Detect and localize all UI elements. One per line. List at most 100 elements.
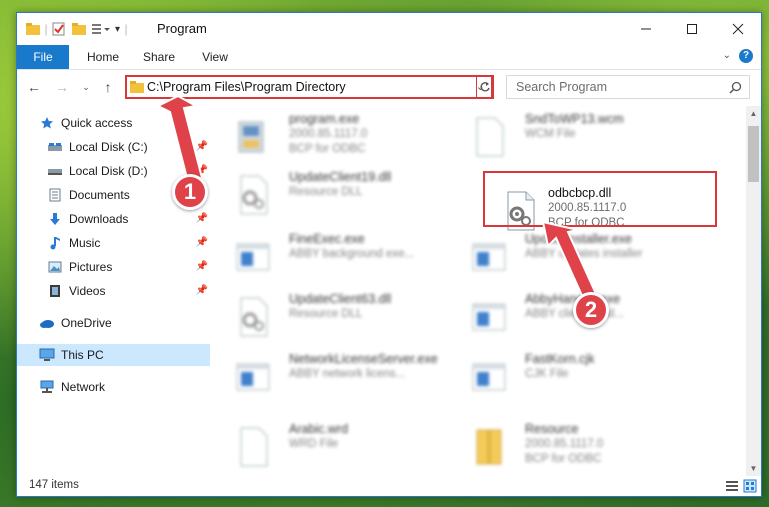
maximize-button[interactable]	[669, 13, 715, 45]
file-item[interactable]: FastKorn.cjk CJK File	[449, 350, 679, 404]
ribbon-tabs: File Home Share View ⌄ ?	[17, 45, 761, 70]
file-item[interactable]: program.exe 2000.85.1117.0 BCP for ODBC	[213, 110, 443, 164]
search-input[interactable]: Search Program	[506, 75, 750, 99]
details-view-icon[interactable]	[725, 480, 739, 492]
file-type: WRD File	[289, 438, 339, 450]
help-icon[interactable]: ?	[739, 49, 753, 63]
file-item[interactable]: SndToWP13.wcm WCM File	[449, 110, 679, 164]
file-item[interactable]: Resource 2000.85.1117.0 BCP for ODBC	[449, 420, 679, 474]
vertical-scrollbar[interactable]: ▲ ▼	[746, 106, 761, 476]
scroll-up-icon[interactable]: ▲	[746, 106, 761, 121]
file-item[interactable]: UpdateInstaller.exe ABBY updates install…	[449, 230, 679, 284]
videos-icon	[47, 284, 63, 298]
file-name: FastKorn.cjk	[525, 352, 595, 366]
sidebar-item-label: Local Disk (D:)	[69, 164, 148, 178]
quick-access-toolbar: | ▾ |	[25, 20, 132, 38]
sidebar-item-network[interactable]: Network	[17, 376, 210, 398]
expand-ribbon-icon[interactable]: ⌄	[723, 50, 731, 61]
pin-icon[interactable]: 📌	[196, 261, 208, 272]
file-description: ABBY updates installer	[525, 248, 643, 260]
sidebar-item-videos[interactable]: Videos 📌	[17, 280, 210, 302]
file-item[interactable]: AbbyHandler.exe ABBY client hand...	[449, 290, 679, 344]
tab-view[interactable]: View	[189, 45, 241, 69]
file-item[interactable]: Arabic.wrd WRD File	[213, 420, 443, 474]
dll-gear-icon	[240, 175, 268, 215]
close-button[interactable]	[715, 13, 761, 45]
file-description: BCP for ODBC	[525, 453, 602, 465]
recent-locations-icon[interactable]: ⌄	[77, 78, 95, 96]
pin-icon[interactable]: 📌	[196, 165, 208, 176]
sidebar-item-label: Documents	[69, 188, 130, 202]
app-window-icon	[472, 243, 506, 271]
refresh-icon	[480, 82, 490, 92]
installer-icon	[238, 121, 264, 153]
sidebar-item-onedrive[interactable]: OneDrive	[17, 312, 210, 334]
app-window-icon	[236, 243, 270, 271]
scroll-down-icon[interactable]: ▼	[746, 461, 761, 476]
computer-icon	[39, 348, 55, 362]
sidebar-item-label: OneDrive	[61, 316, 112, 330]
file-type: CJK File	[525, 368, 569, 380]
file-item[interactable]: UpdateClient63.dll Resource DLL	[213, 290, 443, 344]
tab-home[interactable]: Home	[77, 45, 129, 69]
properties-icon[interactable]	[51, 21, 67, 37]
file-item[interactable]: NetworkLicenseServer.exe ABBY network li…	[213, 350, 443, 404]
sidebar-item-local-disk-c[interactable]: Local Disk (C:) 📌	[17, 136, 210, 158]
scrollbar-thumb[interactable]	[748, 126, 759, 182]
sidebar-item-quick-access[interactable]: Quick access	[17, 112, 210, 134]
documents-icon	[47, 188, 63, 202]
status-bar: 147 items	[17, 476, 761, 496]
file-type: Resource DLL	[289, 308, 363, 320]
pictures-icon	[47, 260, 63, 274]
app-window-icon	[472, 363, 506, 391]
tab-file[interactable]: File	[17, 45, 69, 69]
new-folder-icon[interactable]	[71, 22, 89, 36]
file-name: FineExec.exe	[289, 232, 365, 246]
file-version: 2000.85.1117.0	[525, 438, 604, 450]
folder-icon	[130, 81, 144, 93]
file-name: SndToWP13.wcm	[525, 112, 624, 126]
item-count: 147 items	[29, 479, 79, 491]
search-icon	[729, 81, 742, 94]
tiles-view-icon[interactable]	[743, 479, 757, 493]
sidebar-item-label: Pictures	[69, 260, 113, 274]
sidebar-item-label: Downloads	[69, 212, 129, 226]
pin-icon[interactable]: 📌	[196, 213, 208, 224]
separator: |	[124, 22, 128, 36]
sidebar-item-music[interactable]: Music 📌	[17, 232, 210, 254]
up-arrow-icon[interactable]: ↑	[99, 78, 117, 96]
sidebar-item-this-pc[interactable]: This PC	[17, 344, 210, 366]
file-name: Resource	[525, 422, 579, 436]
minimize-button[interactable]	[623, 13, 669, 45]
refresh-button[interactable]	[476, 75, 494, 99]
pin-icon[interactable]: 📌	[196, 141, 208, 152]
sidebar-item-downloads[interactable]: Downloads 📌	[17, 208, 210, 230]
back-arrow-icon[interactable]: ←	[25, 78, 43, 96]
app-window-icon	[236, 363, 270, 391]
cloud-icon	[39, 316, 55, 330]
pin-icon[interactable]: 📌	[196, 237, 208, 248]
pin-icon[interactable]: 📌	[196, 285, 208, 296]
sidebar-item-label: Videos	[69, 284, 106, 298]
sidebar-item-label: Network	[61, 380, 106, 394]
customize-toolbar-icon[interactable]	[91, 22, 111, 36]
file-explorer-window: | ▾ | Program File Home Share View ⌄ ? ←…	[16, 12, 762, 497]
document-icon	[240, 427, 268, 467]
navigation-bar: ← → ⌄ ↑ C:\Program Files\Program Directo…	[17, 70, 761, 106]
close-icon	[732, 23, 744, 35]
file-item[interactable]: UpdateClient19.dll Resource DLL	[213, 168, 443, 222]
tab-share[interactable]: Share	[133, 45, 185, 69]
file-description: BCP for ODBC	[289, 143, 366, 155]
file-name: NetworkLicenseServer.exe	[289, 352, 438, 366]
star-icon	[39, 116, 55, 130]
minimize-icon	[641, 28, 651, 30]
file-item[interactable]: FineExec.exe ABBY background exe...	[213, 230, 443, 284]
file-version: 2000.85.1117.0	[289, 128, 368, 140]
network-icon	[39, 380, 55, 394]
forward-arrow-icon[interactable]: →	[53, 78, 71, 96]
separator: |	[44, 22, 48, 36]
sidebar-item-pictures[interactable]: Pictures 📌	[17, 256, 210, 278]
address-bar[interactable]: C:\Program Files\Program Directory ⌄	[125, 75, 493, 99]
sidebar-item-label: Local Disk (C:)	[69, 140, 148, 154]
music-icon	[47, 236, 63, 250]
